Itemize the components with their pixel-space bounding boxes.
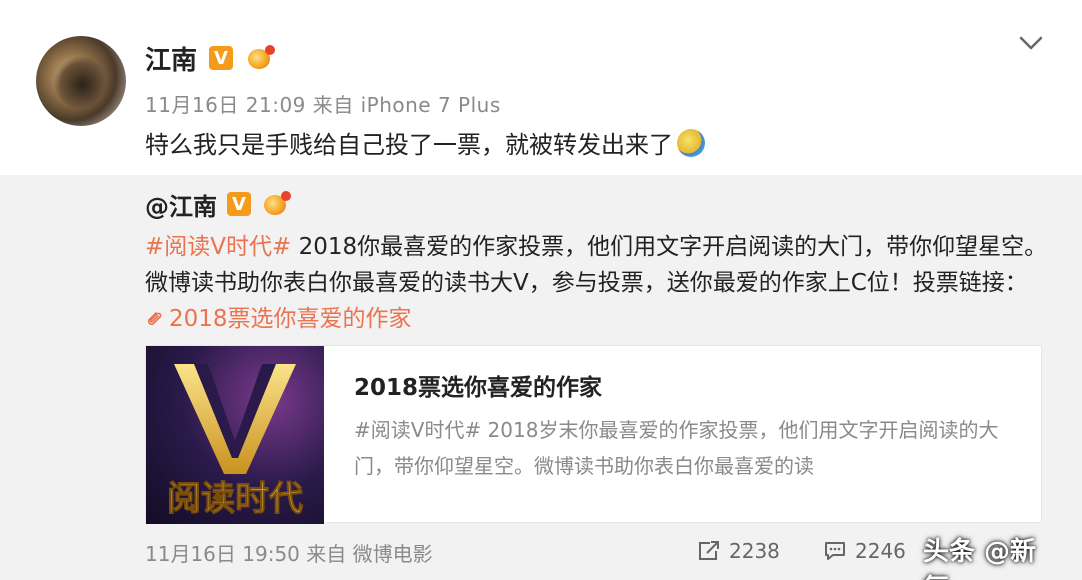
share-icon	[699, 541, 719, 560]
comment-count-button[interactable]: 2246	[823, 539, 906, 563]
post-content: 特么我只是手贱给自己投了一票，就被转发出来了	[145, 125, 705, 160]
repost-count: 2238	[729, 539, 780, 563]
link-card[interactable]: 阅读时代 2018票选你喜爱的作家 #阅读V时代# 2018岁末你最喜爱的作家投…	[145, 345, 1042, 524]
avatar-image	[54, 56, 106, 108]
svg-text:阅读时代: 阅读时代	[167, 479, 303, 519]
card-title: 2018票选你喜爱的作家	[354, 375, 603, 401]
post-meta: 11月16日 21:09 来自 iPhone 7 Plus	[145, 93, 501, 117]
emoji-icon	[677, 128, 705, 157]
repost-count-button[interactable]: 2238	[697, 539, 780, 563]
vote-link[interactable]: 2018票选你喜爱的作家	[145, 306, 412, 332]
repost-username[interactable]: @江南	[145, 187, 217, 222]
vote-link-label: 2018票选你喜爱的作家	[169, 306, 412, 332]
hashtag-link[interactable]: #阅读V时代#	[145, 234, 291, 260]
comment-icon	[825, 542, 845, 560]
vip-level-icon	[245, 45, 276, 71]
chevron-down-icon[interactable]	[1018, 34, 1044, 52]
repost-header: @江南 V	[145, 187, 291, 221]
avatar[interactable]	[36, 36, 126, 126]
card-description: #阅读V时代# 2018岁末你最喜爱的作家投票，他们用文字开启阅读的大门，带你仰…	[354, 418, 999, 478]
repost-text: #阅读V时代# 2018你最喜爱的作家投票，他们用文字开启阅读的大门，带你仰望星…	[145, 229, 1050, 337]
vip-level-icon	[261, 191, 291, 217]
verified-v-icon: V	[209, 46, 234, 70]
comment-count: 2246	[855, 539, 906, 563]
post-text: 特么我只是手贱给自己投了一票，就被转发出来了	[145, 131, 673, 159]
watermark: 头条 @新氧	[923, 537, 1037, 580]
repost-container: @江南 V #阅读V时代# 2018你最喜爱的作家投票，他们用文字开启阅读的大门…	[0, 175, 1082, 580]
repost-meta: 11月16日 19:50 来自 微博电影	[145, 541, 433, 566]
post-header: 江南 V	[145, 40, 276, 77]
verified-v-icon: V	[227, 192, 251, 216]
repost-footer: 11月16日 19:50 来自 微博电影 2238 2246 头条 @新氧	[145, 537, 1050, 580]
weibo-post: 江南 V 11月16日 21:09 来自 iPhone 7 Plus 特么我只是…	[0, 0, 1082, 580]
card-thumbnail: 阅读时代	[146, 346, 324, 524]
link-icon	[147, 312, 162, 326]
reading-v-logo: 阅读时代	[167, 364, 304, 520]
username[interactable]: 江南	[145, 40, 197, 77]
